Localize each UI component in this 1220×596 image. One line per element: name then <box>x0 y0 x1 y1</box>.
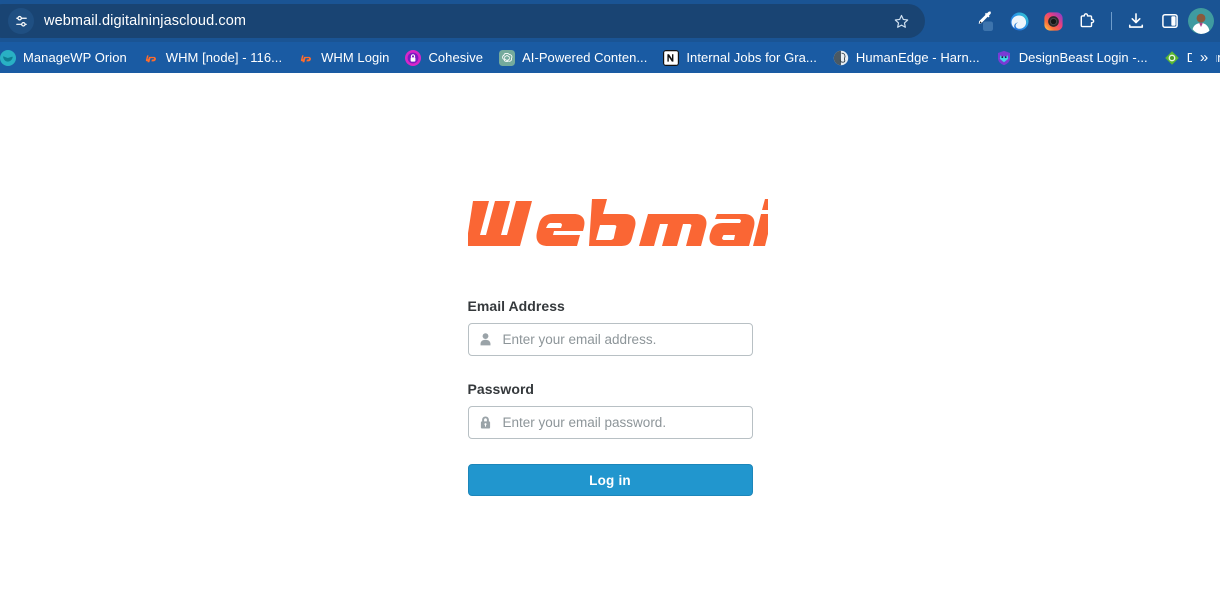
user-icon <box>469 324 503 355</box>
notion-icon <box>663 49 680 66</box>
bookmark-humanedge[interactable]: HumanEdge - Harn... <box>825 47 988 69</box>
humanedge-icon <box>833 50 849 65</box>
cpanel-icon <box>299 54 312 62</box>
bookmark-label: Internal Jobs for Gra... <box>686 50 817 65</box>
eyedropper-extension-icon[interactable] <box>969 5 1001 37</box>
extensions-puzzle-icon[interactable] <box>1071 5 1103 37</box>
bookmark-whm-node[interactable]: WHM [node] - 116... <box>135 47 290 69</box>
toolbar-divider <box>1111 12 1112 30</box>
cpanel-icon <box>143 54 156 62</box>
managewp-icon <box>0 49 16 66</box>
tune-sliders-icon[interactable] <box>8 8 34 34</box>
bookmark-label: WHM Login <box>321 50 390 65</box>
login-form: Email Address Password Log <box>467 73 768 496</box>
address-bar[interactable]: webmail.digitalninjascloud.com <box>0 4 925 38</box>
bookmarks-overflow-button[interactable]: » <box>1192 42 1216 73</box>
password-label: Password <box>467 381 535 397</box>
documents-icon <box>1164 50 1179 65</box>
bookmark-label: WHM [node] - 116... <box>165 50 283 65</box>
bookmark-label: AI-Powered Conten... <box>522 50 648 65</box>
downloads-icon[interactable] <box>1120 5 1152 37</box>
address-bar-url: webmail.digitalninjascloud.com <box>44 13 247 29</box>
email-input-group[interactable] <box>467 323 753 356</box>
login-page: Email Address Password Log <box>0 73 1220 596</box>
password-input[interactable] <box>502 407 752 438</box>
star-outline-icon[interactable] <box>881 4 921 38</box>
bookmark-internal-jobs[interactable]: Internal Jobs for Gra... <box>655 47 825 69</box>
openai-icon <box>499 49 516 66</box>
camera-ring-extension-icon[interactable] <box>1037 5 1069 37</box>
login-button[interactable]: Log in <box>467 464 753 496</box>
bookmark-label: ManageWP Orion <box>23 50 127 65</box>
bookmark-whm-login[interactable]: WHM Login <box>290 47 397 69</box>
email-label: Email Address <box>467 298 565 314</box>
bookmark-ai-powered-content[interactable]: AI-Powered Conten... <box>491 47 655 69</box>
cohesive-icon <box>405 49 422 66</box>
side-panel-icon[interactable] <box>1154 5 1186 37</box>
toolbar-actions <box>969 0 1214 42</box>
profile-avatar[interactable] <box>1188 8 1214 34</box>
edge-wave-extension-icon[interactable] <box>1003 5 1035 37</box>
browser-toolbar: webmail.digitalninjascloud.com <box>0 0 1220 42</box>
browser-chrome: webmail.digitalninjascloud.com ManageWP … <box>0 0 1220 73</box>
bookmark-label: Cohesive <box>428 50 484 65</box>
lock-icon <box>469 407 503 438</box>
password-input-group[interactable] <box>467 406 753 439</box>
webmail-logo <box>467 196 768 258</box>
bookmark-designbeast-login[interactable]: DesignBeast Login -... <box>988 47 1156 69</box>
bookmark-managewp-orion[interactable]: ManageWP Orion <box>0 47 135 69</box>
bookmark-cohesive[interactable]: Cohesive <box>397 47 491 69</box>
bookmarks-bar: ManageWP Orion WHM [node] - 116... WHM L… <box>0 42 1220 73</box>
bookmark-label: DesignBeast Login -... <box>1018 50 1148 65</box>
designbeast-icon <box>997 50 1010 65</box>
bookmark-label: HumanEdge - Harn... <box>855 50 980 65</box>
email-input[interactable] <box>502 324 752 355</box>
